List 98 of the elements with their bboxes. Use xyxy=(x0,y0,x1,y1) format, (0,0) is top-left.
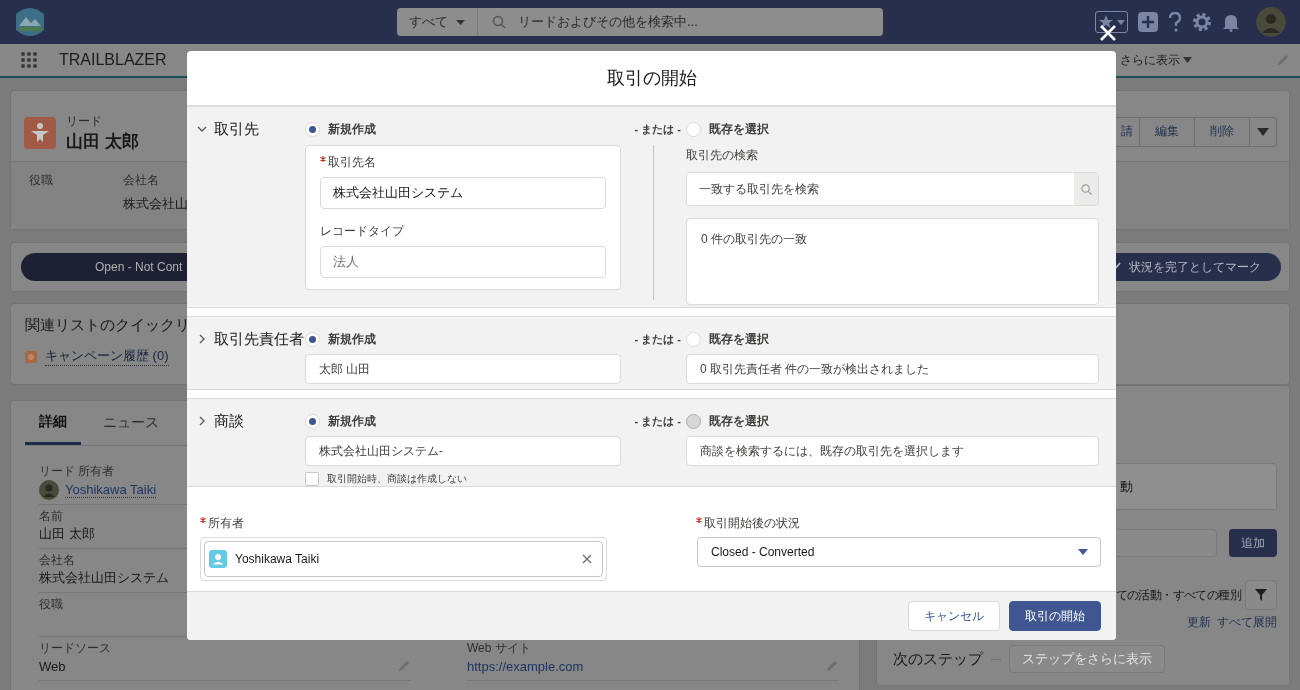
app-launcher-icon[interactable] xyxy=(20,51,38,69)
action-button[interactable]: 削除 xyxy=(1194,116,1250,147)
chevron-icon[interactable] xyxy=(197,124,207,134)
field-label: 所有者 xyxy=(208,515,244,532)
field-value: 株式会社山 xyxy=(123,195,188,213)
status-dropdown[interactable]: Closed - Converted xyxy=(697,537,1101,567)
field-label: 名前 xyxy=(39,508,63,525)
add-button[interactable]: 追加 xyxy=(1229,529,1277,557)
input-field[interactable]: 株式会社山田システム xyxy=(320,177,606,209)
field-label: リード 所有者 xyxy=(39,463,115,480)
chevron-icon[interactable] xyxy=(197,416,207,426)
search-icon xyxy=(1080,183,1092,195)
section-title: 商談 xyxy=(214,411,244,431)
cancel-button[interactable]: キャンセル xyxy=(908,601,1000,631)
settings-icon[interactable] xyxy=(1192,12,1212,32)
caret-icon xyxy=(1183,57,1192,63)
campaign-icon xyxy=(25,350,37,363)
record-name: 山田 太郎 xyxy=(66,130,139,153)
caret-icon xyxy=(456,19,465,25)
user-avatar-icon xyxy=(39,480,59,500)
app-name: TRAILBLAZER xyxy=(59,51,167,69)
selected-user: Yoshikawa Taiki xyxy=(235,552,321,566)
star-icon xyxy=(1098,14,1114,30)
results-box: 商談を検索するには、既存の取引先を選択します xyxy=(686,436,1099,466)
radio-label: 新規作成 xyxy=(328,412,376,430)
owner-link[interactable]: Yoshikawa Taiki xyxy=(65,482,157,498)
object-label: リード xyxy=(66,112,103,130)
checkbox[interactable] xyxy=(305,472,319,486)
checkbox-label: 取引開始時、商談は作成しない xyxy=(327,472,467,486)
name-field[interactable]: 太郎 山田 xyxy=(305,354,621,384)
add-icon[interactable] xyxy=(1138,12,1158,32)
activity-link[interactable]: すべて展開 xyxy=(1217,614,1277,631)
card-title: 関連リストのクイックリ xyxy=(25,316,191,335)
field-label: 役職 xyxy=(29,172,53,189)
filter-icon xyxy=(1255,589,1267,601)
radio-button[interactable] xyxy=(305,121,320,137)
website-link[interactable]: https://example.com xyxy=(467,658,584,674)
field-label: 役職 xyxy=(39,596,63,613)
caret-icon xyxy=(1078,549,1088,555)
or-separator: - または - xyxy=(633,413,682,429)
clear-icon[interactable] xyxy=(582,554,592,564)
or-separator: - または - xyxy=(633,331,682,347)
filter-button[interactable] xyxy=(1245,580,1277,610)
convert-button[interactable]: 取引の開始 xyxy=(1009,601,1101,631)
tab[interactable]: 詳細 xyxy=(25,401,81,445)
caret-icon xyxy=(1117,19,1125,25)
activity-link[interactable]: 更新 xyxy=(1187,614,1211,631)
search-field[interactable]: リードおよびその他を検索中... xyxy=(518,13,698,31)
radio-label: 既存を選択 xyxy=(709,412,769,430)
radio-button[interactable] xyxy=(686,331,701,347)
favorites-button[interactable] xyxy=(1095,11,1128,33)
radio-label: 既存を選択 xyxy=(709,330,769,348)
or-separator: - または - xyxy=(633,121,682,137)
owner-lookup-field[interactable]: Yoshikawa Taiki xyxy=(200,537,607,581)
caret-icon xyxy=(1257,127,1269,136)
section-title: 取引先責任者 xyxy=(214,329,304,349)
field-value: 山田 太郎 xyxy=(39,525,95,543)
tab[interactable]: 動 xyxy=(1120,479,1133,494)
required-icon xyxy=(200,517,206,523)
radio-button[interactable] xyxy=(305,331,320,347)
chevron-icon[interactable] xyxy=(197,334,207,344)
field-label: リードソース xyxy=(39,640,111,657)
field-label: Web サイト xyxy=(467,640,531,657)
results-box: 0 取引先責任者 件の一致が検出されました xyxy=(686,354,1099,384)
radio-button[interactable] xyxy=(305,413,320,429)
section-title: 次のステップ xyxy=(893,649,983,669)
radio-label: 新規作成 xyxy=(328,330,376,348)
section-title: 取引先 xyxy=(214,119,259,139)
close-icon[interactable] xyxy=(1098,23,1118,43)
lead-icon xyxy=(24,116,56,149)
radio-label: 既存を選択 xyxy=(709,120,769,138)
scope-dropdown[interactable]: すべて xyxy=(397,8,478,36)
radio-button[interactable] xyxy=(686,121,701,137)
bell-icon[interactable] xyxy=(1222,12,1240,32)
required-icon xyxy=(696,517,702,523)
user-icon xyxy=(209,550,227,568)
results-box: 0 件の取引先の一致 xyxy=(686,218,1099,305)
name-field[interactable]: 株式会社山田システム- xyxy=(305,436,621,466)
field-label: 取引開始後の状況 xyxy=(704,515,800,532)
search-icon xyxy=(492,15,506,29)
field-label: 会社名 xyxy=(39,552,75,569)
filter-summary: ての活動・すべての種別 xyxy=(1115,586,1241,604)
tab[interactable]: ニュース xyxy=(89,401,173,445)
radio-label: 新規作成 xyxy=(328,120,376,138)
field-label: レコードタイプ xyxy=(320,223,404,240)
action-button[interactable]: 編集 xyxy=(1139,116,1195,147)
search-field[interactable]: 一致する取引先を検索 xyxy=(686,172,1099,206)
field-label: 取引先の検索 xyxy=(686,147,758,164)
actions-dropdown[interactable] xyxy=(1249,116,1277,147)
input-field: 法人 xyxy=(320,246,606,278)
related-list-link[interactable]: キャンペーン履歴 (0) xyxy=(45,347,169,366)
field-label: 会社名 xyxy=(123,172,159,189)
help-icon[interactable] xyxy=(1168,12,1182,32)
more-menu[interactable]: さらに表示 xyxy=(1120,51,1192,69)
field-label: 取引先名 xyxy=(328,154,376,171)
field-value: Web xyxy=(39,658,66,674)
required-icon xyxy=(320,156,326,162)
field-value: 株式会社山田システム xyxy=(39,569,169,587)
